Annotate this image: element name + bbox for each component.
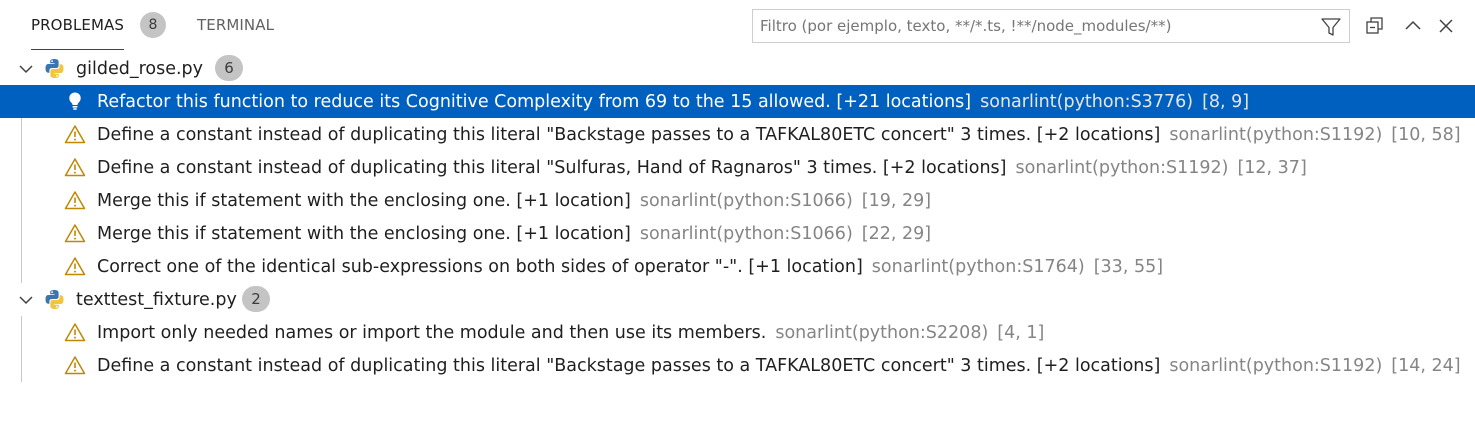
problem-source: sonarlint(python:S1066) — [639, 190, 853, 211]
file-row[interactable]: gilded_rose.py 6 — [0, 52, 1475, 85]
file-name: gilded_rose.py — [76, 58, 203, 79]
warning-icon — [64, 190, 86, 210]
collapse-all-icon[interactable] — [1364, 15, 1386, 37]
file-problem-count-badge: 6 — [215, 55, 243, 81]
problem-text: Import only needed names or import the m… — [97, 322, 767, 343]
tree-indent-guide — [21, 316, 22, 349]
problem-message: Merge this if statement with the enclosi… — [97, 191, 931, 211]
tab-terminal-label: TERMINAL — [197, 16, 275, 34]
file-name: texttest_fixture.py — [76, 289, 237, 310]
problem-location: [22, 29] — [861, 223, 932, 244]
tree-indent-guide — [21, 349, 22, 382]
tree-indent-guide — [21, 250, 22, 283]
tree-indent-guide — [21, 184, 22, 217]
tab-problems[interactable]: PROBLEMAS 8 — [31, 0, 167, 50]
problem-text: Define a constant instead of duplicating… — [97, 355, 1161, 376]
warning-icon — [64, 157, 86, 177]
filter-box — [752, 9, 1350, 43]
problem-source: sonarlint(python:S1192) — [1169, 124, 1383, 145]
tree-indent-guide — [21, 151, 22, 184]
lightbulb-icon[interactable] — [64, 90, 86, 112]
problem-location: [33, 55] — [1093, 256, 1164, 277]
problem-message: Refactor this function to reduce its Cog… — [97, 92, 1249, 112]
problem-message: Import only needed names or import the m… — [97, 323, 1044, 343]
problem-source: sonarlint(python:S1192) — [1015, 157, 1229, 178]
problem-text: Merge this if statement with the enclosi… — [97, 190, 631, 211]
tree-indent-guide — [21, 217, 22, 250]
warning-icon — [64, 322, 86, 342]
problem-source: sonarlint(python:S1066) — [639, 223, 853, 244]
problems-tree: gilded_rose.py 6 Refactor this function … — [0, 52, 1475, 382]
warning-icon — [64, 124, 86, 144]
problem-text: Define a constant instead of duplicating… — [97, 157, 1007, 178]
problem-location: [19, 29] — [861, 190, 932, 211]
problem-row[interactable]: Define a constant instead of duplicating… — [0, 151, 1475, 184]
problem-location: [4, 1] — [997, 322, 1045, 343]
chevron-down-icon[interactable] — [18, 292, 34, 308]
problem-message: Define a constant instead of duplicating… — [97, 356, 1461, 376]
problem-message: Define a constant instead of duplicating… — [97, 125, 1461, 145]
problem-text: Correct one of the identical sub-express… — [97, 256, 863, 277]
panel-header: PROBLEMAS 8 TERMINAL — [0, 0, 1475, 52]
problem-source: sonarlint(python:S1192) — [1169, 355, 1383, 376]
problem-location: [14, 24] — [1391, 355, 1461, 376]
chevron-down-icon[interactable] — [18, 61, 34, 77]
warning-icon — [64, 223, 86, 243]
problem-text: Merge this if statement with the enclosi… — [97, 223, 631, 244]
problems-count-badge: 8 — [140, 12, 167, 38]
maximize-panel-icon[interactable] — [1402, 15, 1424, 37]
problem-row[interactable]: Refactor this function to reduce its Cog… — [0, 85, 1475, 118]
problem-location: [8, 9] — [1202, 91, 1250, 112]
problem-source: sonarlint(python:S3776) — [980, 91, 1194, 112]
problem-row[interactable]: Import only needed names or import the m… — [0, 316, 1475, 349]
problem-row[interactable]: Merge this if statement with the enclosi… — [0, 184, 1475, 217]
problem-source: sonarlint(python:S1764) — [871, 256, 1085, 277]
filter-input[interactable] — [760, 10, 1305, 42]
problem-row[interactable]: Define a constant instead of duplicating… — [0, 349, 1475, 382]
python-file-icon — [44, 289, 65, 310]
tree-indent-guide — [21, 118, 22, 151]
problem-location: [10, 58] — [1391, 124, 1461, 145]
problem-message: Merge this if statement with the enclosi… — [97, 224, 931, 244]
tab-problems-label: PROBLEMAS — [31, 16, 125, 34]
problem-text: Refactor this function to reduce its Cog… — [97, 91, 972, 112]
problem-row[interactable]: Correct one of the identical sub-express… — [0, 250, 1475, 283]
close-panel-icon[interactable] — [1435, 15, 1457, 37]
filter-icon[interactable] — [1320, 16, 1342, 38]
problem-text: Define a constant instead of duplicating… — [97, 124, 1161, 145]
warning-icon — [64, 355, 86, 375]
problem-source: sonarlint(python:S2208) — [775, 322, 989, 343]
warning-icon — [64, 256, 86, 276]
problem-location: [12, 37] — [1237, 157, 1307, 178]
python-file-icon — [44, 58, 65, 79]
tab-terminal[interactable]: TERMINAL — [197, 0, 274, 50]
problem-message: Define a constant instead of duplicating… — [97, 158, 1307, 178]
file-row[interactable]: texttest_fixture.py 2 — [0, 283, 1475, 316]
problem-row[interactable]: Merge this if statement with the enclosi… — [0, 217, 1475, 250]
problem-row[interactable]: Define a constant instead of duplicating… — [0, 118, 1475, 151]
file-problem-count-badge: 2 — [242, 286, 270, 312]
problem-message: Correct one of the identical sub-express… — [97, 257, 1163, 277]
